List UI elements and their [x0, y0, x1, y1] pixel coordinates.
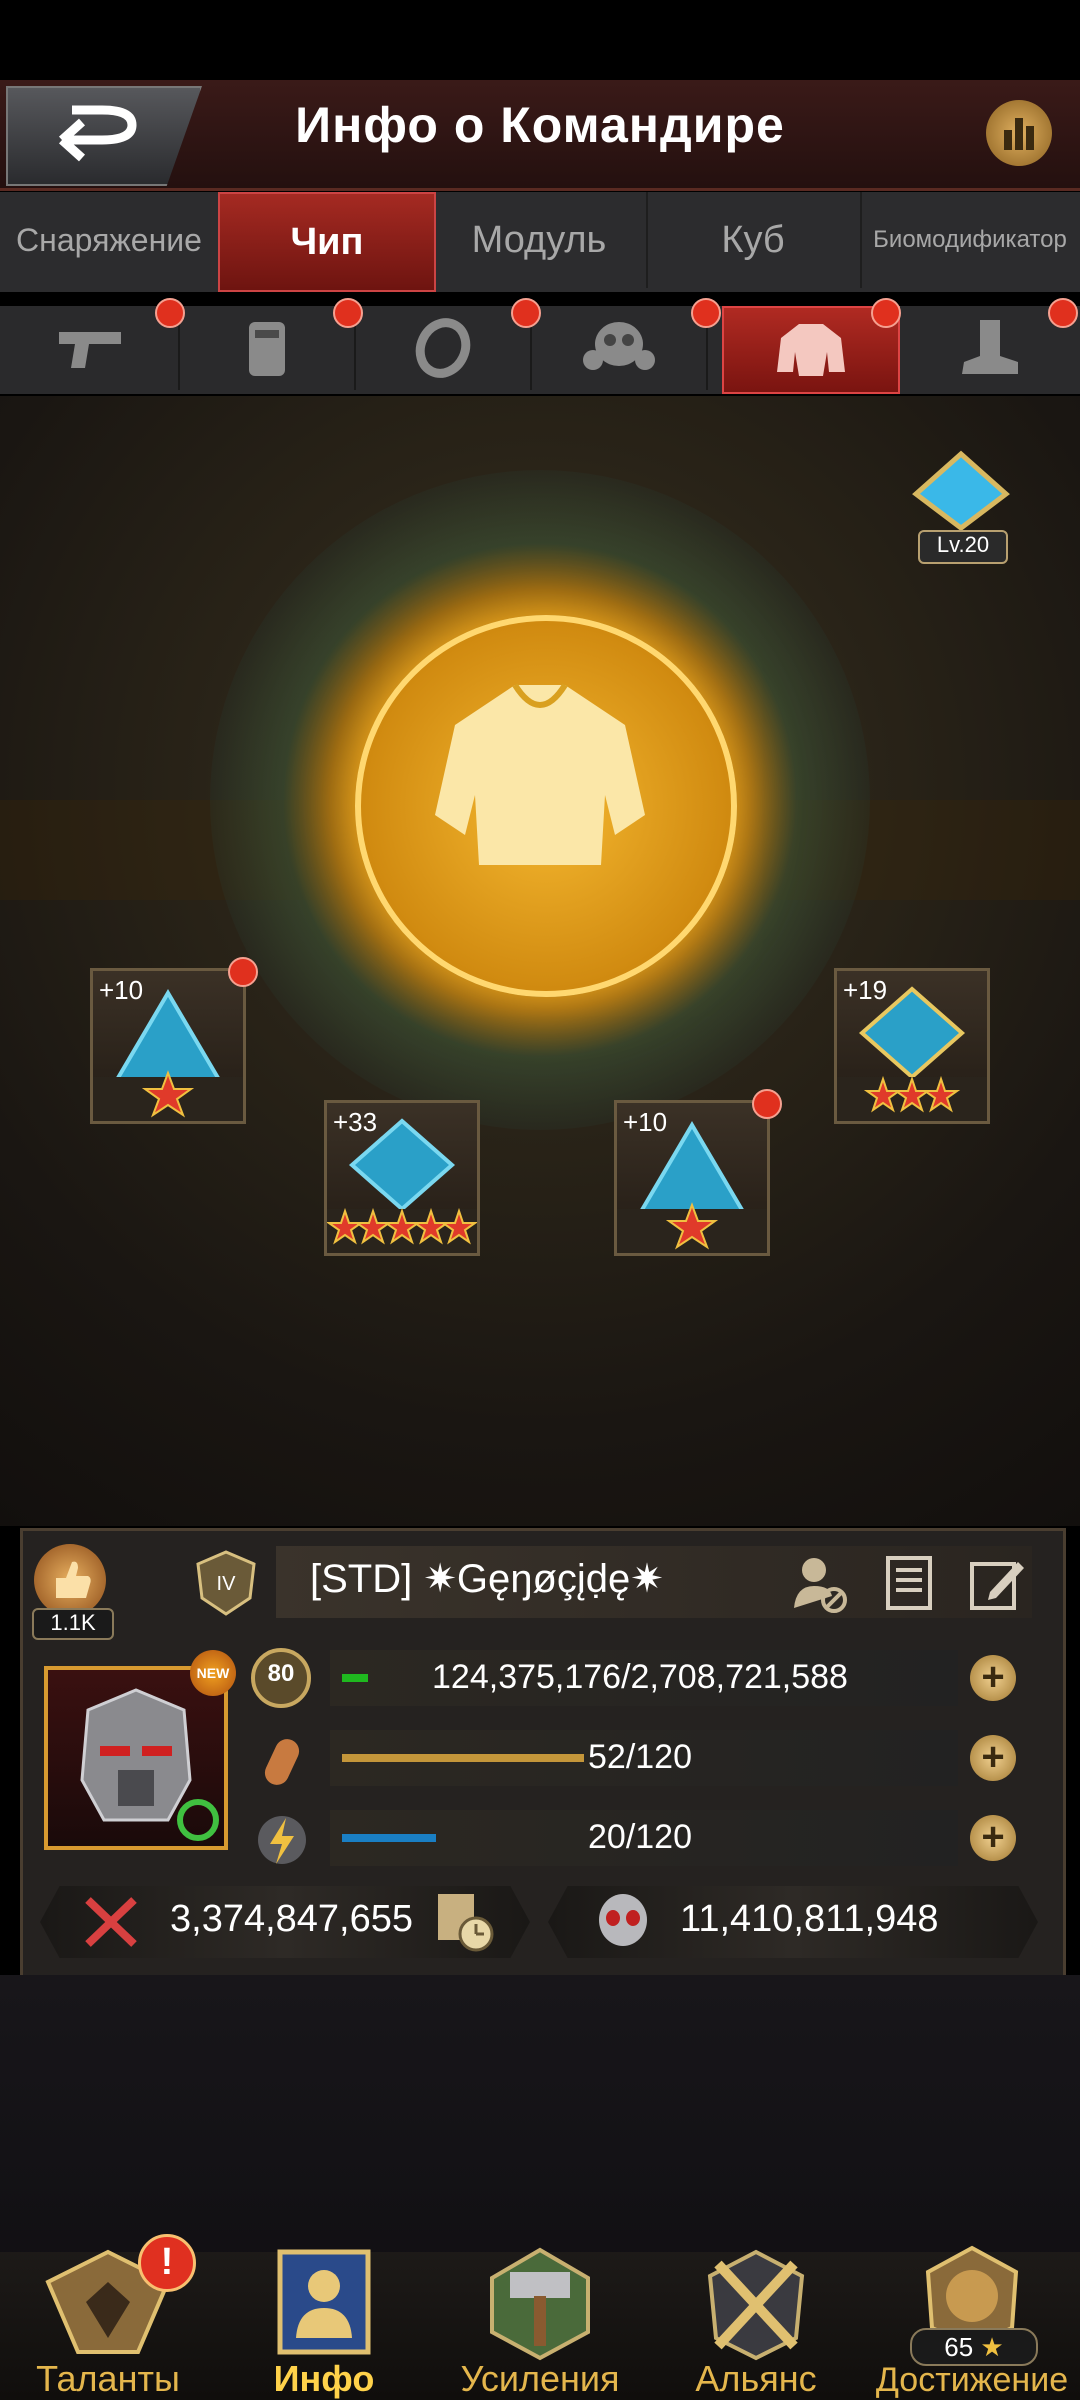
notification-dot — [511, 298, 541, 328]
add-exp-button[interactable]: + — [970, 1655, 1016, 1701]
alert-badge: ! — [138, 2234, 196, 2292]
helmet-avatar-icon — [80, 1688, 219, 1841]
energy-label: 20/120 — [588, 1818, 692, 1856]
power-value: 3,374,847,655 — [170, 1898, 414, 1940]
stamina-capsule-icon — [264, 1739, 300, 1785]
nav-info[interactable]: Инфо — [216, 2249, 432, 2400]
svg-text:IV: IV — [217, 1573, 237, 1595]
slot-mask[interactable] — [532, 306, 708, 390]
thumbs-up-icon — [56, 1561, 91, 1598]
tab-biomodifier[interactable]: Биомодификатор — [860, 192, 1080, 288]
energy-icon-wrap — [254, 1810, 310, 1870]
skull-mask-icon — [599, 1894, 647, 1946]
slot-ring[interactable] — [356, 306, 532, 390]
armor-vest-icon — [249, 322, 285, 376]
power-details-button[interactable] — [432, 1890, 496, 1954]
tab-equipment[interactable]: Снаряжение — [0, 192, 220, 288]
tab-chip[interactable]: Чип — [218, 192, 436, 292]
nav-label: Достижение — [875, 2361, 1069, 2399]
slot-boots[interactable] — [900, 306, 1074, 390]
notification-dot — [691, 298, 721, 328]
achievement-count: 65 — [944, 2332, 974, 2362]
exp-row: 124,375,176/2,708,721,588 — [330, 1650, 958, 1706]
rank-badge[interactable]: IV — [190, 1548, 262, 1618]
edit-pencil-icon — [970, 1562, 1024, 1610]
edit-button[interactable] — [966, 1552, 1028, 1614]
alliance-swords-icon — [707, 2249, 805, 2361]
crossed-swords-icon — [85, 1897, 137, 1947]
chip-plus-level: +10 — [99, 975, 144, 1005]
rank-shield-icon: IV — [196, 1550, 256, 1616]
notification-dot — [871, 298, 901, 328]
nav-alliance[interactable]: Альянс — [648, 2249, 864, 2400]
kills-value: 11,410,811,948 — [680, 1898, 939, 1940]
commander-name: [STD] ✷Gęŋøçįḍę✷ — [310, 1557, 664, 1601]
notification-dot — [333, 298, 363, 328]
pistol-icon — [59, 332, 121, 368]
notification-dot — [155, 298, 185, 328]
chip-plus-level: +10 — [623, 1107, 668, 1137]
nav-label: Таланты — [36, 2358, 180, 2399]
notification-dot — [1048, 298, 1078, 328]
stamina-icon-wrap — [254, 1732, 310, 1792]
diamond-icon — [912, 450, 1010, 532]
records-button[interactable] — [878, 1552, 940, 1614]
avatar[interactable]: NEW — [44, 1650, 236, 1850]
star-icon: ★ — [980, 2332, 1004, 2362]
nav-label: Альянс — [695, 2358, 817, 2399]
chip-slot-1[interactable]: +10 — [90, 957, 258, 1124]
jacket-icon — [435, 683, 645, 865]
user-block-icon — [794, 1558, 847, 1613]
document-list-icon — [886, 1556, 932, 1610]
notification-dot — [752, 1089, 782, 1119]
ring-icon — [415, 318, 471, 378]
document-clock-icon — [438, 1894, 494, 1952]
slot-weapon[interactable] — [4, 306, 180, 390]
commander-level: 80 — [267, 1660, 295, 1687]
hammer-icon — [490, 2247, 590, 2361]
slot-vest[interactable] — [180, 306, 356, 390]
gas-mask-icon — [583, 322, 655, 370]
nav-talents[interactable]: ! Таланты — [0, 2234, 216, 2400]
chip-plus-level: +33 — [333, 1107, 378, 1137]
commander-level-badge: 80 — [246, 1646, 316, 1710]
kills-icon-wrap — [592, 1890, 654, 1954]
new-badge: NEW — [190, 1650, 236, 1696]
nav-achievements[interactable]: 65 ★ Достижение — [864, 2245, 1080, 2400]
lightning-energy-icon — [258, 1816, 306, 1864]
chip-plus-level: +19 — [843, 975, 888, 1005]
bar-chart-icon — [1004, 118, 1034, 150]
nav-label: Усиления — [460, 2358, 620, 2399]
equipment-core[interactable] — [355, 615, 737, 997]
add-stamina-button[interactable]: + — [970, 1735, 1016, 1781]
tab-cube[interactable]: Куб — [646, 192, 862, 288]
like-button[interactable] — [34, 1544, 106, 1616]
page-title: Инфо о Командире — [295, 97, 785, 153]
nav-boosts[interactable]: Усиления — [432, 2247, 648, 2400]
add-energy-button[interactable]: + — [970, 1815, 1016, 1861]
jacket-icon — [777, 324, 845, 376]
power-icon-wrap — [80, 1892, 142, 1952]
statistics-button[interactable] — [986, 100, 1052, 166]
commander-info-icon — [277, 2249, 371, 2355]
energy-row: 20/120 — [330, 1810, 958, 1866]
exp-label: 124,375,176/2,708,721,588 — [432, 1658, 848, 1696]
chip-slot-4[interactable]: +19 — [834, 968, 990, 1124]
nav-label: Инфо — [273, 2358, 375, 2399]
notification-dot — [228, 957, 258, 987]
tab-module[interactable]: Модуль — [432, 192, 648, 288]
likes-count: 1.1K — [32, 1608, 114, 1640]
chip-slot-3[interactable]: +10 — [614, 1089, 782, 1256]
chip-level-badge[interactable]: Lv.20 — [906, 450, 1016, 564]
category-tabs: Снаряжение Чип Модуль Куб Биомодификатор — [0, 192, 1080, 292]
chip-slot-2[interactable]: +33 — [324, 1100, 480, 1256]
boot-icon — [962, 320, 1018, 374]
equipment-slot-bar — [0, 298, 1080, 394]
stamina-row: 52/120 — [330, 1730, 958, 1786]
block-user-button[interactable] — [788, 1552, 850, 1614]
level-label: Lv.20 — [918, 530, 1008, 564]
stamina-label: 52/120 — [588, 1738, 692, 1776]
